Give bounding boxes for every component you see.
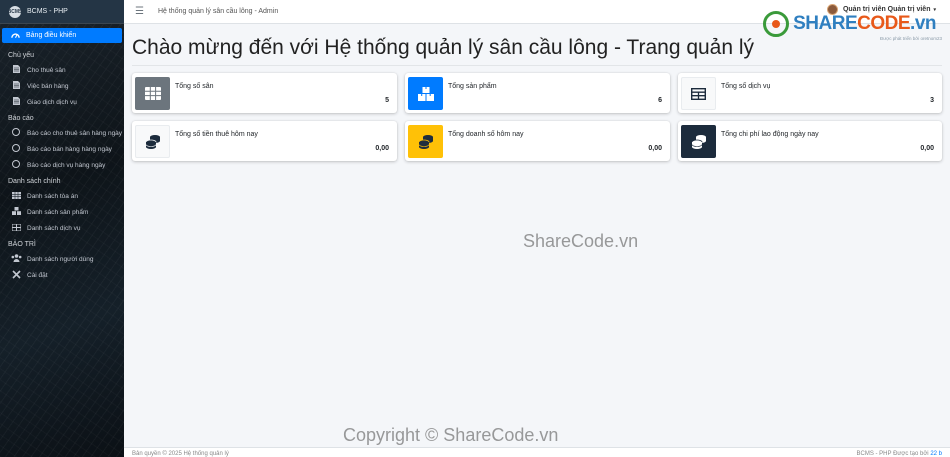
stat-card-total-courts: Tổng số sân 5 <box>132 73 397 113</box>
users-icon <box>11 254 22 264</box>
sidebar-header-maintenance: BẢO TRÌ <box>8 241 36 248</box>
footer-copyright: Bản quyền © 2025 Hệ thống quản lý <box>132 451 229 457</box>
boxes-icon <box>408 77 443 110</box>
stat-card-total-services: Tổng số dịch vụ 3 <box>678 73 942 113</box>
card-value: 0,00 <box>375 145 389 152</box>
card-label: Tổng số tiền thuê hôm nay <box>175 131 258 138</box>
footer-credit-text: BCMS - PHP Được tạo bởi <box>856 451 929 457</box>
sidebar-nav: Bảng điều khiển Chủ yếu Cho thuê sân Việ… <box>0 24 124 285</box>
sidebar-item-label: Cho thuê sân <box>27 66 66 74</box>
app-title: Hệ thống quản lý sân cầu lông - Admin <box>157 8 279 15</box>
page-title: Chào mừng đến với Hệ thống quản lý sân c… <box>132 36 755 59</box>
sidebar-item-label: Việc bán hàng <box>27 82 69 90</box>
coins-icon <box>681 125 716 158</box>
grid-icon <box>681 77 716 110</box>
coins-icon <box>408 125 443 158</box>
sidebar-item-label: Báo cáo dịch vụ hàng ngày <box>27 161 106 169</box>
stat-card-sales-today: Tổng doanh số hôm nay 0,00 <box>405 121 670 161</box>
sidebar-item-user-list[interactable]: Danh sách người dùng <box>0 251 124 267</box>
sidebar-item-product-list[interactable]: Danh sách sản phẩm <box>0 204 124 220</box>
card-value: 6 <box>658 97 662 104</box>
sidebar-item-daily-service-report[interactable]: Báo cáo dịch vụ hàng ngày <box>0 157 124 173</box>
sidebar-item-daily-rental-report[interactable]: Báo cáo cho thuê sân hàng ngày <box>0 125 124 141</box>
sidebar-item-settings[interactable]: Cài đặt <box>0 267 124 283</box>
sidebar-item-label: Bảng điều khiển <box>26 32 77 39</box>
coins-icon <box>135 125 170 158</box>
sidebar-item-label: Danh sách dịch vụ <box>27 224 81 232</box>
card-label: Tổng sản phẩm <box>448 83 497 90</box>
tools-icon <box>11 269 21 281</box>
brand-name: BCMS - PHP <box>27 8 68 15</box>
card-label: Tổng chi phí lao động ngày nay <box>721 131 819 138</box>
card-value: 5 <box>385 97 389 104</box>
sidebar-item-daily-sales-report[interactable]: Báo cáo bán hàng hàng ngày <box>0 141 124 157</box>
card-value: 0,00 <box>920 145 934 152</box>
tachometer-icon <box>11 31 20 41</box>
sidebar-item-service-list[interactable]: Danh sách dịch vụ <box>0 220 124 236</box>
sidebar-header-reports: Báo cáo <box>8 115 34 122</box>
sidebar-item-label: Danh sách tòa án <box>27 192 78 200</box>
sidebar-item-service-transactions[interactable]: Giao dịch dịch vụ <box>0 94 124 110</box>
brand-logo: BCMS <box>8 5 22 18</box>
card-value: 0,00 <box>648 145 662 152</box>
stat-card-rental-today: Tổng số tiền thuê hôm nay 0,00 <box>132 121 397 161</box>
circle-icon <box>11 128 21 138</box>
sidebar-item-label: Giao dịch dịch vụ <box>27 98 77 106</box>
watermark-text: ShareCode.vn <box>523 231 639 251</box>
sharecode-logo-icon <box>763 11 790 37</box>
card-label: Tổng số dịch vụ <box>721 83 771 90</box>
sidebar-item-court-rental[interactable]: Cho thuê sân <box>0 62 124 78</box>
hamburger-icon[interactable]: ☰ <box>135 6 144 17</box>
footer-credit-link[interactable]: 22 b <box>930 451 942 457</box>
file-icon <box>11 97 21 107</box>
sidebar-item-label: Danh sách người dùng <box>27 255 94 263</box>
sidebar-header-master-lists: Danh sách chính <box>8 178 61 185</box>
file-icon <box>11 81 21 91</box>
card-label: Tổng doanh số hôm nay <box>448 131 524 138</box>
sidebar-item-sales[interactable]: Việc bán hàng <box>0 78 124 94</box>
card-value: 3 <box>930 97 934 104</box>
sharecode-logo: SHARECODE.vn <box>763 11 936 37</box>
sidebar-item-label: Danh sách sản phẩm <box>27 208 89 216</box>
watermark-copyright: Copyright © ShareCode.vn <box>343 425 559 445</box>
card-label: Tổng số sân <box>175 83 214 90</box>
circle-icon <box>11 144 21 154</box>
sidebar-item-label: Cài đặt <box>27 271 48 279</box>
boxes-icon <box>11 207 21 217</box>
grid-icon <box>11 223 21 233</box>
footer: Bản quyền © 2025 Hệ thống quản lý BCMS -… <box>124 447 950 457</box>
stat-card-labor-cost-today: Tổng chi phí lao động ngày nay 0,00 <box>678 121 942 161</box>
developer-credit: Được phát triển bởi oretnom23 <box>880 36 942 41</box>
circle-icon <box>11 160 21 170</box>
sidebar-item-dashboard[interactable]: Bảng điều khiển <box>2 28 122 43</box>
table-icon <box>11 191 21 201</box>
sidebar-item-label: Báo cáo cho thuê sân hàng ngày <box>27 129 123 137</box>
brand-link[interactable]: BCMS BCMS - PHP <box>0 0 124 24</box>
sidebar-item-label: Báo cáo bán hàng hàng ngày <box>27 145 112 153</box>
sharecode-logo-text: SHARECODE.vn <box>793 13 936 34</box>
sidebar-item-court-list[interactable]: Danh sách tòa án <box>0 188 124 204</box>
sidebar-header-main: Chủ yếu <box>8 52 35 59</box>
divider <box>132 65 942 66</box>
file-icon <box>11 65 21 75</box>
table-icon <box>135 77 170 110</box>
sidebar: BCMS BCMS - PHP Bảng điều khiển Chủ yếu … <box>0 0 124 457</box>
stat-card-total-products: Tổng sản phẩm 6 <box>405 73 670 113</box>
footer-credit: BCMS - PHP Được tạo bởi 22 b <box>857 451 943 457</box>
